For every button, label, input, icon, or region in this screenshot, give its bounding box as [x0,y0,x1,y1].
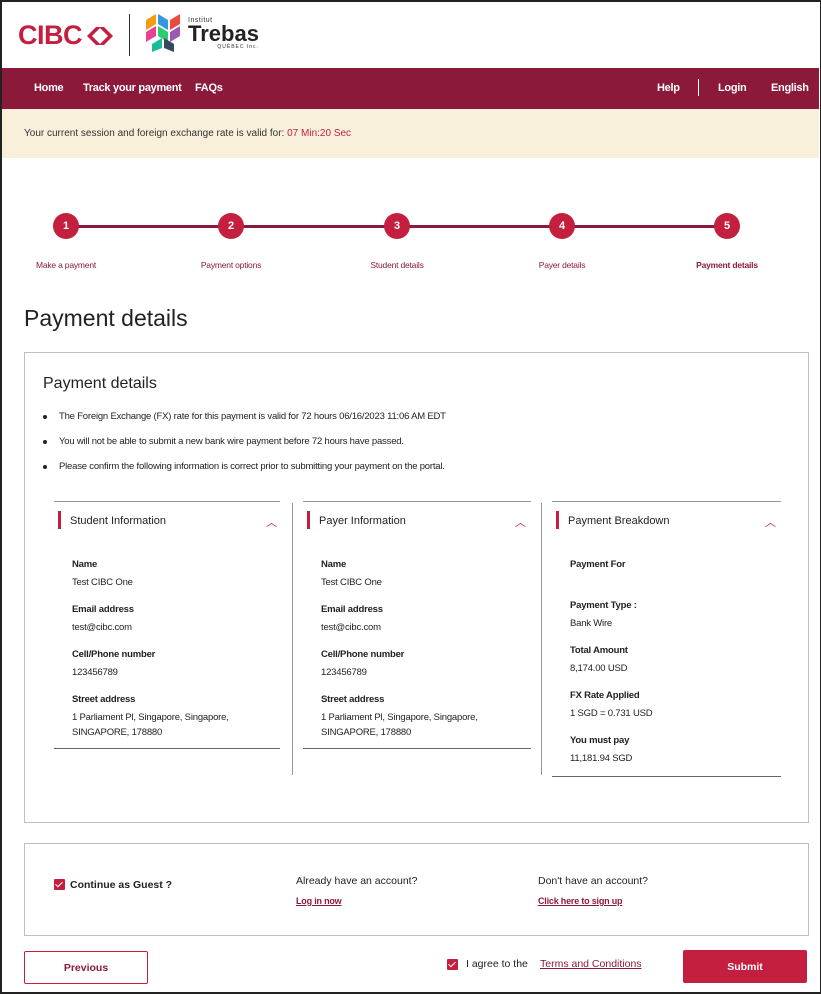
payment-breakdown-section: Payment Breakdown ︿ Payment For Payment … [552,501,781,777]
info-bullets: The Foreign Exchange (FX) rate for this … [43,411,446,486]
payment-breakdown-title: Payment Breakdown [568,515,670,527]
bullet-confirm-info: Please confirm the following information… [43,461,446,472]
bullet-submit-limit: You will not be able to submit a new ban… [43,436,446,447]
payment-details-card: Payment details The Foreign Exchange (FX… [24,352,809,823]
guest-checkbox[interactable] [54,879,65,890]
section-divider [303,748,531,749]
page-title: Payment details [24,305,188,331]
payment-type-value: Bank Wire [570,618,613,629]
progress-stepper: 1 2 3 4 5 Make a payment Payment options… [0,205,821,275]
payer-info-header[interactable]: Payer Information ︿ [303,501,531,539]
step-4-circle: 4 [549,213,575,239]
main-nav: Home Track your payment FAQs Help Login … [2,68,819,109]
logo-divider [129,14,130,56]
must-pay-label: You must pay [570,735,630,746]
student-address-value: 1 Parliament Pl, Singapore, Singapore, SI… [72,710,229,740]
nav-login[interactable]: Login [718,82,747,94]
nav-help[interactable]: Help [657,82,680,94]
section-divider [552,776,781,777]
step-1-circle: 1 [53,213,79,239]
account-options-box: Continue as Guest ? Already have an acco… [24,843,809,936]
step-5-label: Payment details [696,260,758,270]
trebas-mark-icon [146,14,180,52]
step-2-label: Payment options [200,260,262,270]
student-email-label: Email address [72,604,134,615]
step-2-circle: 2 [218,213,244,239]
payer-phone-value: 123456789 [321,667,367,678]
nav-home[interactable]: Home [34,82,64,94]
total-amount-value: 8,174.00 USD [570,663,628,674]
cibc-logo-text: CIBC [18,20,83,50]
nav-language[interactable]: English [771,82,809,94]
payer-name-label: Name [321,559,347,570]
signup-link[interactable]: Click here to sign up [538,896,623,906]
student-address-line1: 1 Parliament Pl, Singapore, Singapore, [72,712,229,723]
payer-name-value: Test CIBC One [321,577,382,588]
terms-link[interactable]: Terms and Conditions [540,958,642,970]
login-link[interactable]: Log in now [296,896,342,906]
step-4-label: Payer details [538,260,586,270]
section-accent-bar [58,511,61,529]
cibc-logo[interactable]: CIBC [18,20,115,51]
student-phone-value: 123456789 [72,667,118,678]
student-address-label: Street address [72,694,136,705]
section-divider [54,748,280,749]
student-email-value: test@cibc.com [72,622,132,633]
payer-info-title: Payer Information [319,515,406,527]
agree-terms-checkbox[interactable] [447,959,458,970]
section-accent-bar [556,511,559,529]
fx-rate-label: FX Rate Applied [570,690,640,701]
payer-address-value: 1 Parliament Pl, Singapore, Singapore, SI… [321,710,478,740]
session-timer: 07 Min:20 Sec [287,128,352,139]
student-name-value: Test CIBC One [72,577,133,588]
trebas-name: Trebas [188,20,259,46]
chevron-up-icon[interactable]: ︿ [765,514,776,530]
column-divider [292,503,293,775]
section-accent-bar [307,511,310,529]
column-divider [541,503,542,775]
payer-address-line1: 1 Parliament Pl, Singapore, Singapore, [321,712,478,723]
payer-address-line2: SINGAPORE, 178880 [321,727,412,738]
student-phone-label: Cell/Phone number [72,649,156,660]
student-info-section: Student Information ︿ Name Test CIBC One … [54,501,280,777]
payment-type-label: Payment Type : [570,600,637,611]
trebas-logo: Institut Trebas QUÉBEC Inc. [146,14,259,52]
must-pay-value: 11,181.94 SGD [570,753,633,764]
payer-phone-label: Cell/Phone number [321,649,405,660]
payment-for-label: Payment For [570,559,626,570]
previous-button[interactable]: Previous [24,951,148,984]
nav-separator [698,79,699,96]
session-banner: Your current session and foreign exchang… [2,109,819,158]
submit-button[interactable]: Submit [683,950,807,983]
step-5-circle: 5 [714,213,740,239]
step-3-circle: 3 [384,213,410,239]
payment-breakdown-header[interactable]: Payment Breakdown ︿ [552,501,781,539]
student-address-line2: SINGAPORE, 178880 [72,727,163,738]
agree-label: I agree to the [466,958,528,970]
chevron-up-icon[interactable]: ︿ [515,514,526,530]
cibc-diamond-icon [85,25,115,47]
total-amount-label: Total Amount [570,645,628,656]
card-title: Payment details [43,375,157,392]
nav-track-payment[interactable]: Track your payment [83,82,182,94]
payer-email-label: Email address [321,604,383,615]
student-info-title: Student Information [70,515,167,527]
student-info-header[interactable]: Student Information ︿ [54,501,280,539]
payer-info-section: Payer Information ︿ Name Test CIBC One Em… [303,501,531,777]
payer-address-label: Street address [321,694,385,705]
fx-rate-value: 1 SGD = 0.731 USD [570,708,653,719]
guest-label: Continue as Guest ? [70,879,173,891]
session-message: Your current session and foreign exchang… [24,128,288,139]
header: CIBC Institut Trebas QUÉBEC Inc. [2,2,819,68]
student-name-label: Name [72,559,98,570]
step-1-label: Make a payment [35,260,97,270]
payer-email-value: test@cibc.com [321,622,381,633]
nav-faqs[interactable]: FAQs [195,82,223,94]
step-3-label: Student details [370,260,424,270]
bullet-fx-validity: The Foreign Exchange (FX) rate for this … [43,411,446,422]
chevron-up-icon[interactable]: ︿ [266,514,277,530]
have-account-text: Already have an account? [296,875,418,887]
no-account-text: Don't have an account? [538,875,648,887]
